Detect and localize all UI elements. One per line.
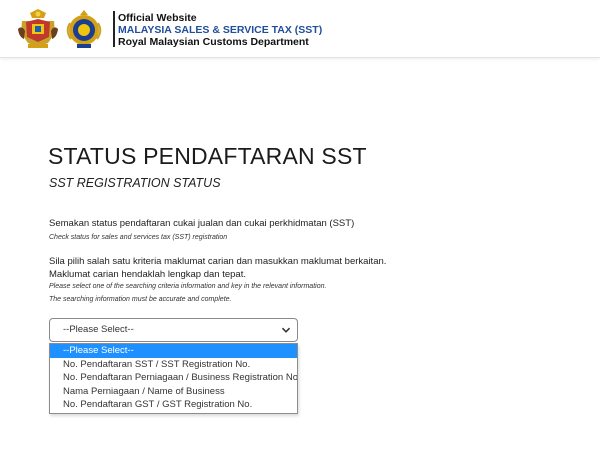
option-sst-registration-no[interactable]: No. Pendaftaran SST / SST Registration N… [50, 358, 297, 372]
select-value: --Please Select-- [63, 324, 134, 335]
option-please-select[interactable]: --Please Select-- [50, 344, 297, 358]
option-gst-registration-no[interactable]: No. Pendaftaran GST / GST Registration N… [50, 398, 297, 412]
header-line-customs: Royal Malaysian Customs Department [118, 36, 309, 48]
header-divider [113, 11, 115, 47]
header-line-sst: MALAYSIA SALES & SERVICE TAX (SST) [118, 24, 323, 36]
intro-text-ms: Semakan status pendaftaran cukai jualan … [49, 218, 355, 229]
page-subtitle: SST REGISTRATION STATUS [49, 176, 221, 190]
customs-crest-icon [66, 10, 102, 48]
instruction-text-ms-1: Sila pilih salah satu kriteria maklumat … [49, 256, 387, 267]
coat-of-arms-icon [18, 9, 58, 48]
intro-text-en: Check status for sales and services tax … [49, 234, 228, 241]
search-criteria-select[interactable]: --Please Select-- [49, 318, 298, 342]
header-line-official: Official Website [118, 12, 197, 24]
instruction-text-en-2: The searching information must be accura… [49, 296, 232, 303]
site-identity: Official Website MALAYSIA SALES & SERVIC… [118, 12, 322, 48]
option-name-of-business[interactable]: Nama Perniagaan / Name of Business [50, 385, 297, 399]
option-business-registration-no[interactable]: No. Pendaftaran Perniagaan / Business Re… [50, 371, 297, 385]
instruction-text-en-1: Please select one of the searching crite… [49, 283, 327, 290]
instruction-text-ms-2: Maklumat carian hendaklah lengkap dan te… [49, 269, 246, 280]
page-title: STATUS PENDAFTARAN SST [48, 143, 367, 169]
site-header: Official Website MALAYSIA SALES & SERVIC… [0, 0, 600, 58]
chevron-down-icon [281, 327, 291, 333]
criteria-dropdown-list: --Please Select-- No. Pendaftaran SST / … [49, 343, 298, 414]
